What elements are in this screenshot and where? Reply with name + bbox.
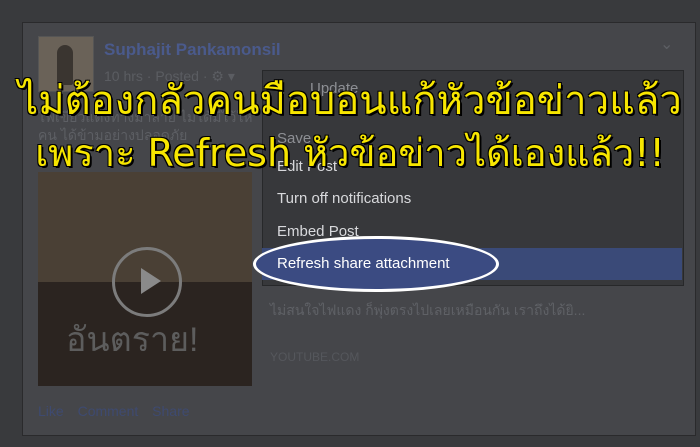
video-overlay-text: อันตราย! xyxy=(66,321,199,359)
like-link[interactable]: Like xyxy=(38,403,64,419)
video-thumbnail[interactable]: อันตราย! xyxy=(38,172,252,386)
menu-item-refresh-share-attachment[interactable]: Refresh share attachment xyxy=(277,255,450,272)
attachment-description: ไม่สนใจไฟแดง ก็พุ่งตรงไปเลยเหมือนกัน เรา… xyxy=(270,302,586,318)
play-triangle xyxy=(141,268,161,294)
post-author[interactable]: Suphajit Pankamonsil xyxy=(104,40,281,60)
play-icon[interactable] xyxy=(112,247,182,317)
attachment-source: YOUTUBE.COM xyxy=(270,350,360,364)
overlay-headline-line2: เพราะ Refresh หัวข้อข่าวได้เองแล้ว!! xyxy=(35,131,665,175)
menu-item-turn-off-notifications[interactable]: Turn off notifications xyxy=(277,190,411,207)
share-link[interactable]: Share xyxy=(152,403,189,419)
comment-link[interactable]: Comment xyxy=(78,403,139,419)
post-actions: Like Comment Share xyxy=(38,403,200,419)
chevron-down-icon[interactable]: ⌄ xyxy=(660,34,673,54)
